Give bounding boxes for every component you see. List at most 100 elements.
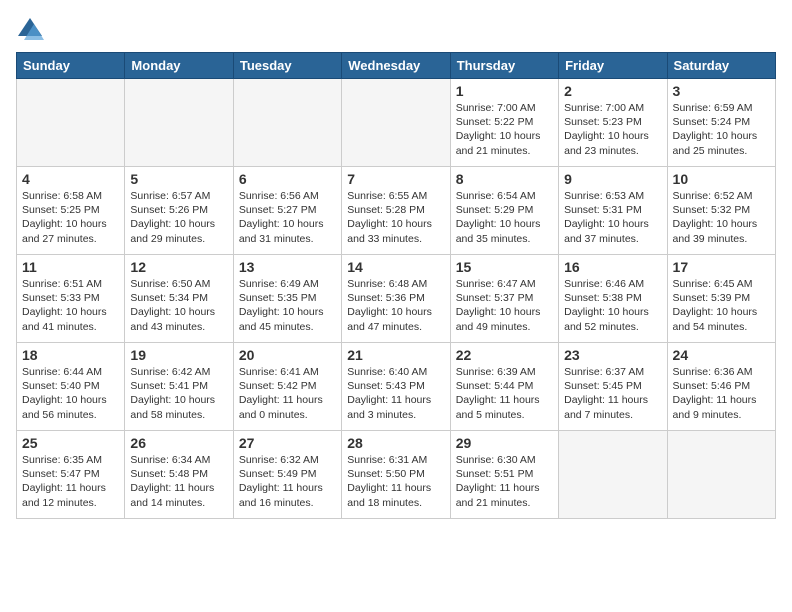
calendar-cell: 22 Sunrise: 6:39 AM Sunset: 5:44 PM Dayli… xyxy=(450,343,558,431)
day-number: 10 xyxy=(673,171,770,187)
day-number: 13 xyxy=(239,259,336,275)
day-number: 9 xyxy=(564,171,661,187)
calendar-week-4: 18 Sunrise: 6:44 AM Sunset: 5:40 PM Dayli… xyxy=(17,343,776,431)
day-info: Sunrise: 6:35 AM Sunset: 5:47 PM Dayligh… xyxy=(22,453,119,510)
day-number: 3 xyxy=(673,83,770,99)
day-info: Sunrise: 6:55 AM Sunset: 5:28 PM Dayligh… xyxy=(347,189,444,246)
day-info: Sunrise: 6:50 AM Sunset: 5:34 PM Dayligh… xyxy=(130,277,227,334)
day-info: Sunrise: 6:53 AM Sunset: 5:31 PM Dayligh… xyxy=(564,189,661,246)
day-header-sunday: Sunday xyxy=(17,53,125,79)
day-number: 23 xyxy=(564,347,661,363)
day-number: 25 xyxy=(22,435,119,451)
day-info: Sunrise: 6:59 AM Sunset: 5:24 PM Dayligh… xyxy=(673,101,770,158)
calendar-cell: 29 Sunrise: 6:30 AM Sunset: 5:51 PM Dayli… xyxy=(450,431,558,519)
day-info: Sunrise: 6:44 AM Sunset: 5:40 PM Dayligh… xyxy=(22,365,119,422)
calendar-cell: 14Sunrise: 6:48 AM Sunset: 5:36 PM Dayli… xyxy=(342,255,450,343)
calendar-header-row: SundayMondayTuesdayWednesdayThursdayFrid… xyxy=(17,53,776,79)
calendar-cell: 8Sunrise: 6:54 AM Sunset: 5:29 PM Daylig… xyxy=(450,167,558,255)
calendar-week-2: 4 Sunrise: 6:58 AM Sunset: 5:25 PM Daylig… xyxy=(17,167,776,255)
calendar-cell: 11Sunrise: 6:51 AM Sunset: 5:33 PM Dayli… xyxy=(17,255,125,343)
day-number: 7 xyxy=(347,171,444,187)
day-header-monday: Monday xyxy=(125,53,233,79)
calendar-cell: 18 Sunrise: 6:44 AM Sunset: 5:40 PM Dayli… xyxy=(17,343,125,431)
day-number: 27 xyxy=(239,435,336,451)
day-header-tuesday: Tuesday xyxy=(233,53,341,79)
day-number: 6 xyxy=(239,171,336,187)
calendar-cell: 13 Sunrise: 6:49 AM Sunset: 5:35 PM Dayli… xyxy=(233,255,341,343)
calendar-cell: 25 Sunrise: 6:35 AM Sunset: 5:47 PM Dayli… xyxy=(17,431,125,519)
day-number: 5 xyxy=(130,171,227,187)
calendar-cell: 9 Sunrise: 6:53 AM Sunset: 5:31 PM Daylig… xyxy=(559,167,667,255)
day-number: 20 xyxy=(239,347,336,363)
calendar-cell: 17 Sunrise: 6:45 AM Sunset: 5:39 PM Dayli… xyxy=(667,255,775,343)
calendar-cell xyxy=(125,79,233,167)
logo-icon xyxy=(16,16,44,44)
calendar-cell: 10 Sunrise: 6:52 AM Sunset: 5:32 PM Dayli… xyxy=(667,167,775,255)
day-number: 4 xyxy=(22,171,119,187)
calendar-cell xyxy=(559,431,667,519)
day-number: 29 xyxy=(456,435,553,451)
day-info: Sunrise: 6:47 AM Sunset: 5:37 PM Dayligh… xyxy=(456,277,553,334)
day-info: Sunrise: 6:34 AM Sunset: 5:48 PM Dayligh… xyxy=(130,453,227,510)
calendar-cell: 16 Sunrise: 6:46 AM Sunset: 5:38 PM Dayli… xyxy=(559,255,667,343)
calendar-week-1: 1Sunrise: 7:00 AM Sunset: 5:22 PM Daylig… xyxy=(17,79,776,167)
day-number: 24 xyxy=(673,347,770,363)
calendar-cell xyxy=(233,79,341,167)
day-number: 1 xyxy=(456,83,553,99)
calendar-week-5: 25 Sunrise: 6:35 AM Sunset: 5:47 PM Dayli… xyxy=(17,431,776,519)
calendar-cell: 12 Sunrise: 6:50 AM Sunset: 5:34 PM Dayli… xyxy=(125,255,233,343)
day-info: Sunrise: 6:32 AM Sunset: 5:49 PM Dayligh… xyxy=(239,453,336,510)
day-info: Sunrise: 6:36 AM Sunset: 5:46 PM Dayligh… xyxy=(673,365,770,422)
day-info: Sunrise: 6:49 AM Sunset: 5:35 PM Dayligh… xyxy=(239,277,336,334)
logo xyxy=(16,16,48,44)
day-header-saturday: Saturday xyxy=(667,53,775,79)
calendar-cell: 27 Sunrise: 6:32 AM Sunset: 5:49 PM Dayli… xyxy=(233,431,341,519)
day-info: Sunrise: 6:37 AM Sunset: 5:45 PM Dayligh… xyxy=(564,365,661,422)
day-number: 17 xyxy=(673,259,770,275)
calendar-cell: 5 Sunrise: 6:57 AM Sunset: 5:26 PM Daylig… xyxy=(125,167,233,255)
day-number: 18 xyxy=(22,347,119,363)
calendar-cell xyxy=(17,79,125,167)
day-info: Sunrise: 6:42 AM Sunset: 5:41 PM Dayligh… xyxy=(130,365,227,422)
calendar-cell: 23 Sunrise: 6:37 AM Sunset: 5:45 PM Dayli… xyxy=(559,343,667,431)
day-number: 26 xyxy=(130,435,227,451)
calendar-cell: 6Sunrise: 6:56 AM Sunset: 5:27 PM Daylig… xyxy=(233,167,341,255)
day-info: Sunrise: 6:30 AM Sunset: 5:51 PM Dayligh… xyxy=(456,453,553,510)
calendar-week-3: 11Sunrise: 6:51 AM Sunset: 5:33 PM Dayli… xyxy=(17,255,776,343)
day-number: 21 xyxy=(347,347,444,363)
day-number: 16 xyxy=(564,259,661,275)
day-number: 19 xyxy=(130,347,227,363)
calendar-cell: 3 Sunrise: 6:59 AM Sunset: 5:24 PM Daylig… xyxy=(667,79,775,167)
day-info: Sunrise: 6:46 AM Sunset: 5:38 PM Dayligh… xyxy=(564,277,661,334)
calendar-cell: 4 Sunrise: 6:58 AM Sunset: 5:25 PM Daylig… xyxy=(17,167,125,255)
calendar-cell: 28Sunrise: 6:31 AM Sunset: 5:50 PM Dayli… xyxy=(342,431,450,519)
header xyxy=(16,16,776,44)
calendar-cell: 20 Sunrise: 6:41 AM Sunset: 5:42 PM Dayli… xyxy=(233,343,341,431)
calendar-cell: 19 Sunrise: 6:42 AM Sunset: 5:41 PM Dayli… xyxy=(125,343,233,431)
day-info: Sunrise: 6:48 AM Sunset: 5:36 PM Dayligh… xyxy=(347,277,444,334)
day-number: 15 xyxy=(456,259,553,275)
calendar-cell: 2Sunrise: 7:00 AM Sunset: 5:23 PM Daylig… xyxy=(559,79,667,167)
calendar-header: SundayMondayTuesdayWednesdayThursdayFrid… xyxy=(17,53,776,79)
day-info: Sunrise: 6:52 AM Sunset: 5:32 PM Dayligh… xyxy=(673,189,770,246)
calendar-cell: 26 Sunrise: 6:34 AM Sunset: 5:48 PM Dayli… xyxy=(125,431,233,519)
day-info: Sunrise: 6:58 AM Sunset: 5:25 PM Dayligh… xyxy=(22,189,119,246)
calendar-cell: 24 Sunrise: 6:36 AM Sunset: 5:46 PM Dayli… xyxy=(667,343,775,431)
calendar-cell: 15 Sunrise: 6:47 AM Sunset: 5:37 PM Dayli… xyxy=(450,255,558,343)
calendar-cell xyxy=(342,79,450,167)
day-info: Sunrise: 6:31 AM Sunset: 5:50 PM Dayligh… xyxy=(347,453,444,510)
calendar-cell: 21 Sunrise: 6:40 AM Sunset: 5:43 PM Dayli… xyxy=(342,343,450,431)
day-header-friday: Friday xyxy=(559,53,667,79)
day-header-thursday: Thursday xyxy=(450,53,558,79)
day-number: 2 xyxy=(564,83,661,99)
day-info: Sunrise: 6:45 AM Sunset: 5:39 PM Dayligh… xyxy=(673,277,770,334)
day-info: Sunrise: 6:57 AM Sunset: 5:26 PM Dayligh… xyxy=(130,189,227,246)
day-number: 12 xyxy=(130,259,227,275)
day-info: Sunrise: 6:39 AM Sunset: 5:44 PM Dayligh… xyxy=(456,365,553,422)
day-number: 8 xyxy=(456,171,553,187)
day-info: Sunrise: 6:41 AM Sunset: 5:42 PM Dayligh… xyxy=(239,365,336,422)
day-number: 11 xyxy=(22,259,119,275)
day-info: Sunrise: 6:40 AM Sunset: 5:43 PM Dayligh… xyxy=(347,365,444,422)
day-number: 22 xyxy=(456,347,553,363)
calendar-cell: 1Sunrise: 7:00 AM Sunset: 5:22 PM Daylig… xyxy=(450,79,558,167)
